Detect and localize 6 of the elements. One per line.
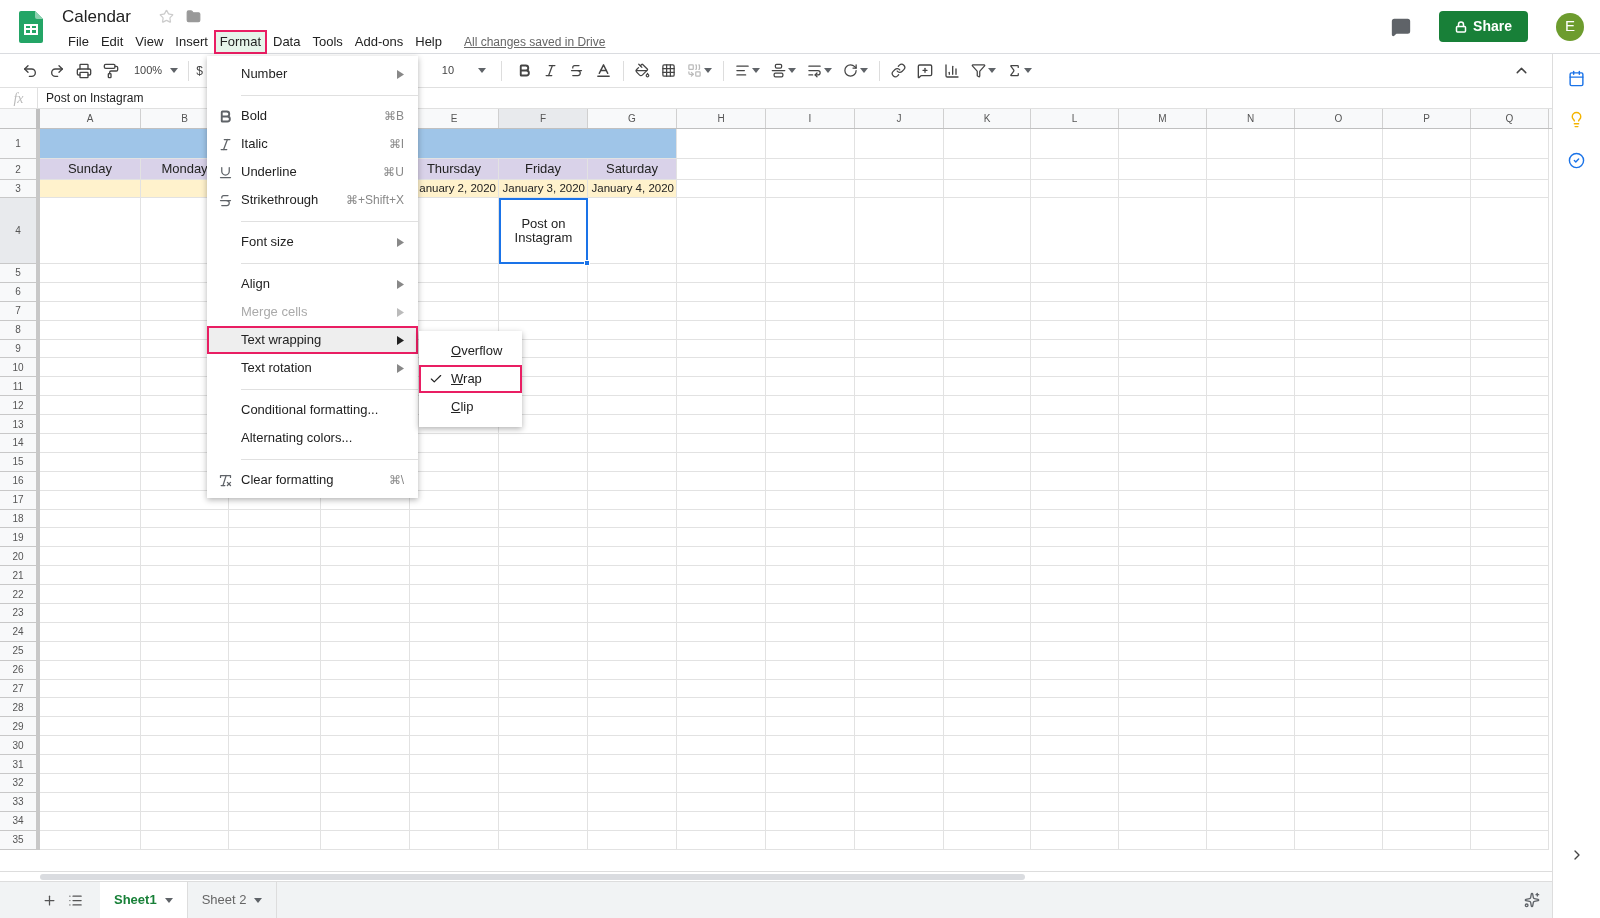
shortcut-label: ⌘U: [383, 164, 404, 181]
shortcut-label: ⌘I: [388, 136, 404, 153]
fx-label: fx: [0, 87, 38, 109]
shortcut-label: ⌘\: [388, 472, 404, 489]
shortcut-label: ⌘B: [384, 108, 404, 125]
shortcut-label: ⌘+Shift+X: [345, 192, 404, 209]
